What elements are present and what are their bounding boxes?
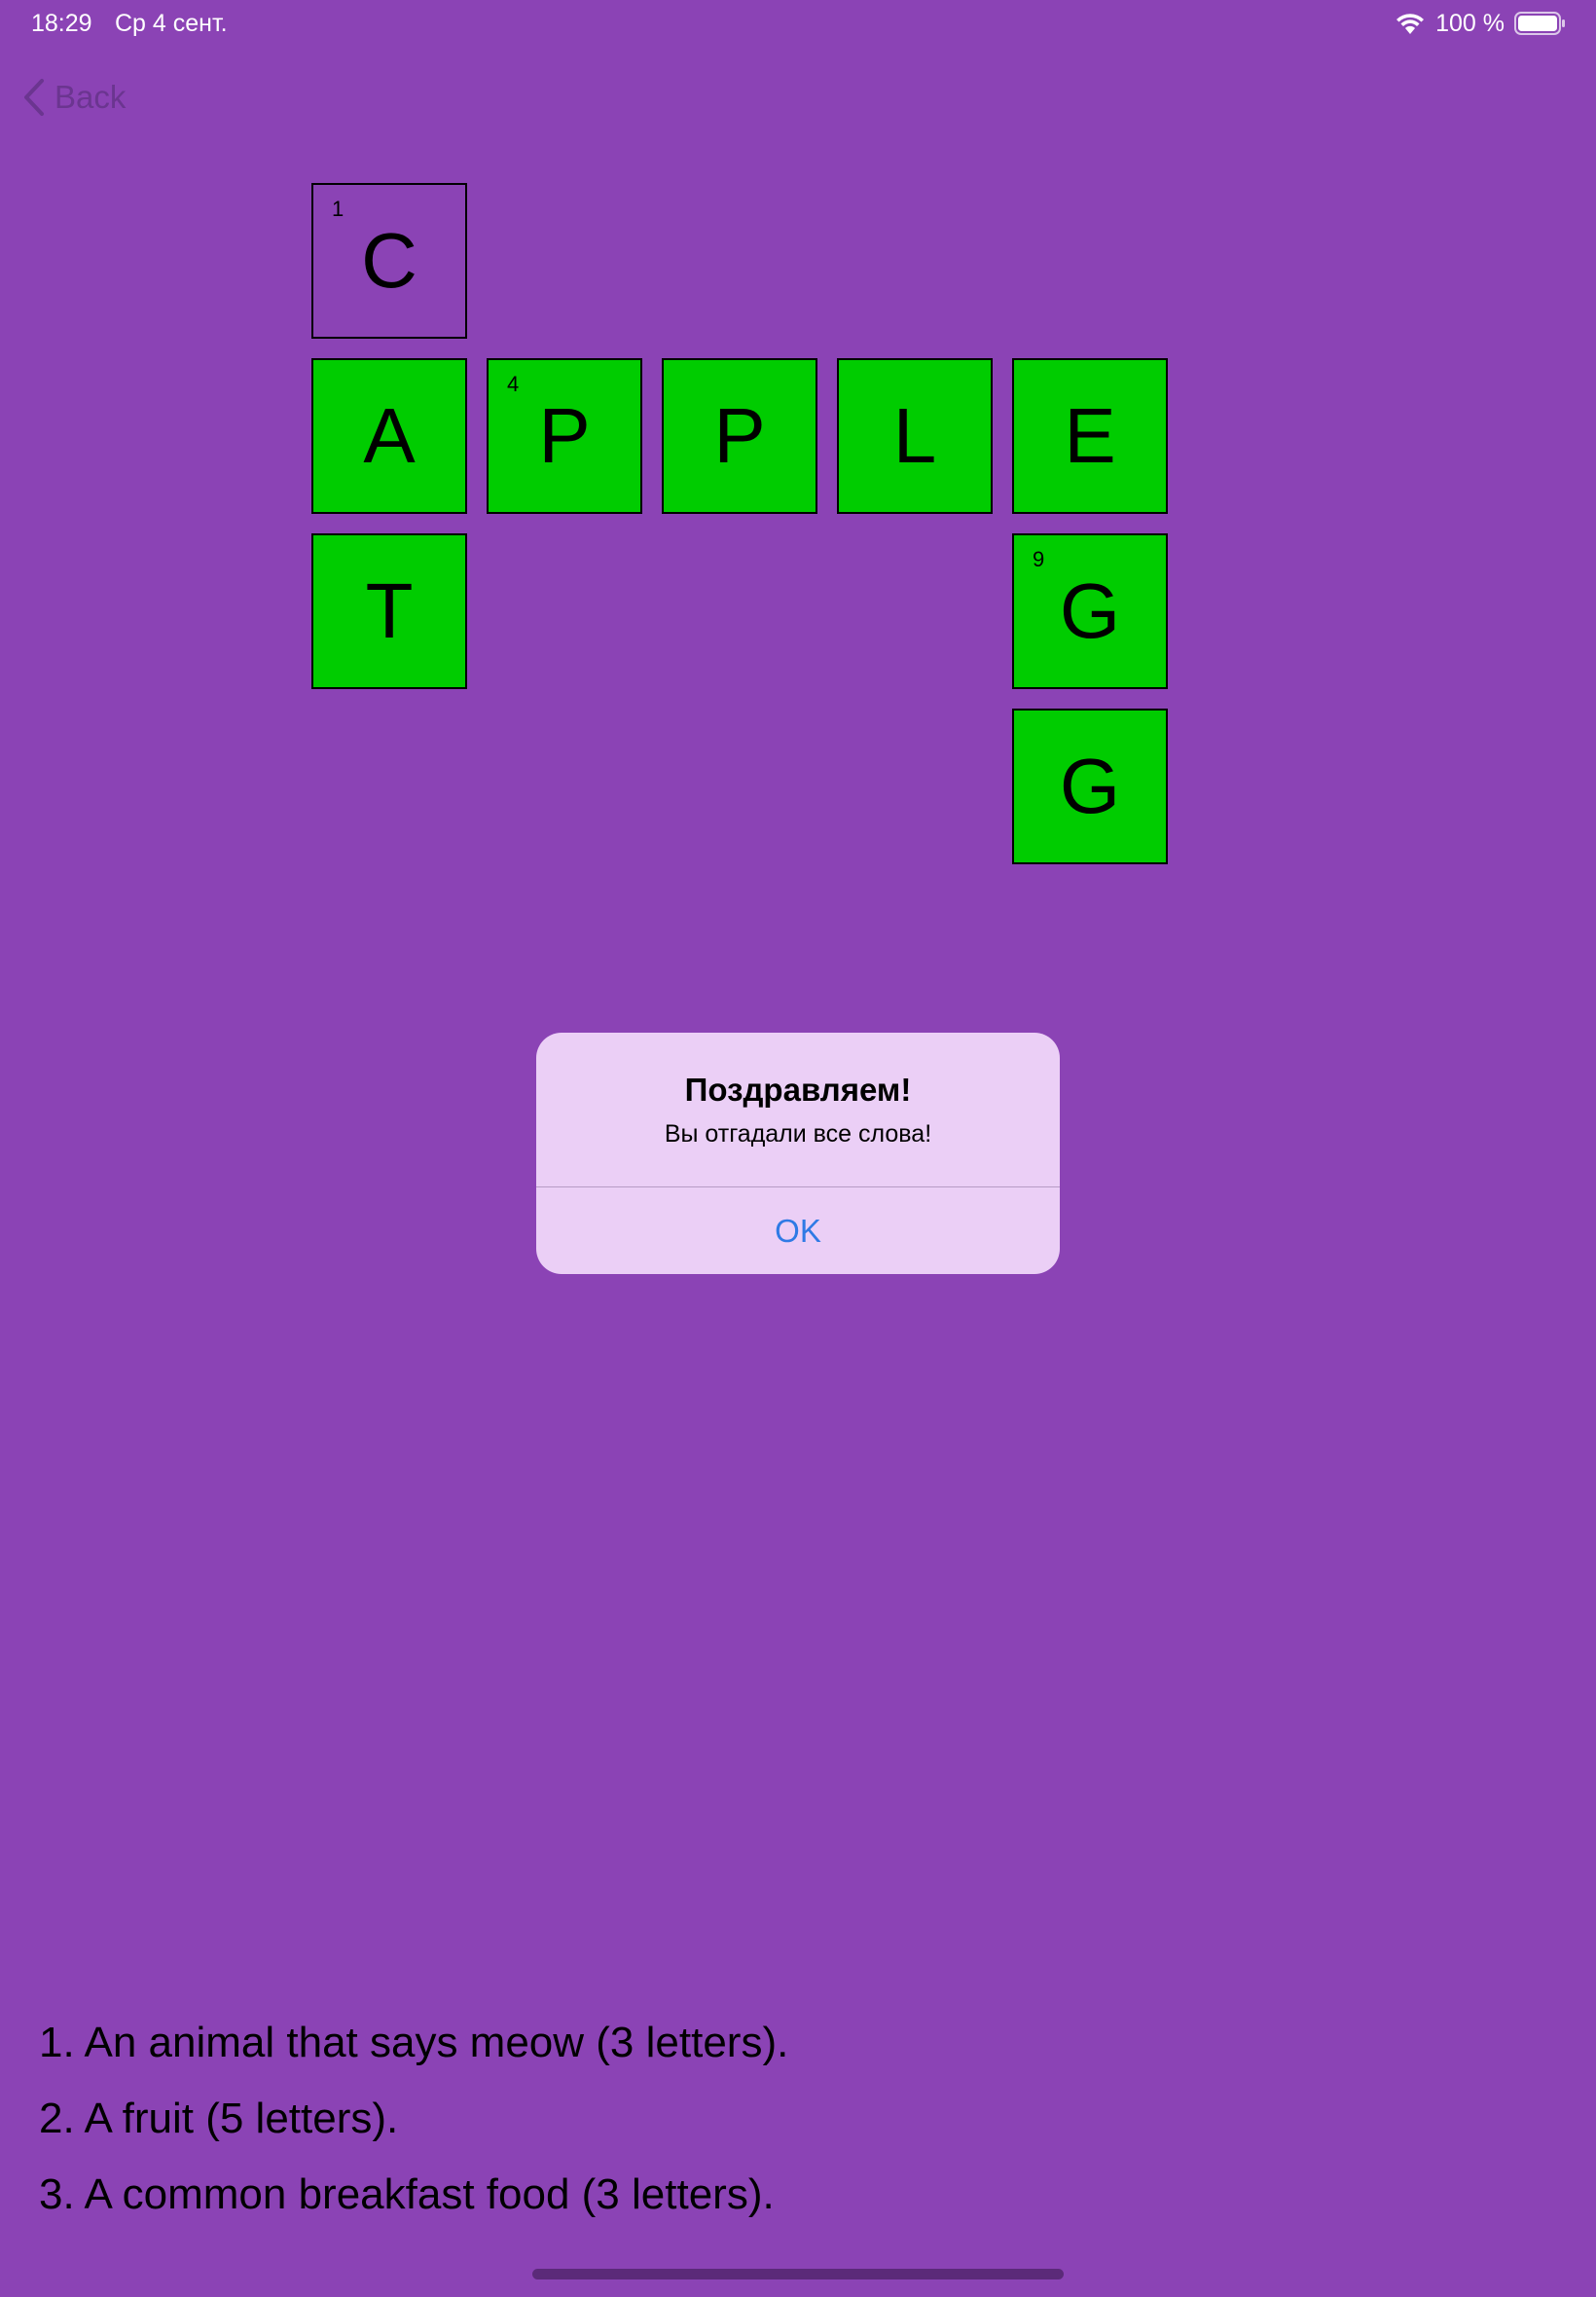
- crossword-cell[interactable]: 9 G: [1012, 533, 1168, 689]
- crossword-cell[interactable]: E: [1012, 358, 1168, 514]
- crossword-cell[interactable]: G: [1012, 709, 1168, 864]
- ok-button[interactable]: OK: [536, 1187, 1060, 1274]
- cell-letter: A: [363, 392, 416, 479]
- congratulations-alert: Поздравляем! Вы отгадали все слова! OK: [536, 1033, 1060, 1274]
- cell-letter: P: [538, 392, 591, 479]
- crossword-cell[interactable]: A: [311, 358, 467, 514]
- crossword-cell[interactable]: 1 C: [311, 183, 467, 339]
- alert-message: Вы отгадали все слова!: [664, 1120, 932, 1148]
- clue-item: 2. A fruit (5 letters).: [39, 2095, 399, 2142]
- cell-letter: C: [361, 217, 417, 304]
- cell-letter: E: [1064, 392, 1116, 479]
- cell-letter: G: [1059, 743, 1121, 829]
- cell-letter: G: [1059, 567, 1121, 654]
- clue-number: 9: [1033, 547, 1045, 571]
- clue-item: 1. An animal that says meow (3 letters).: [39, 2019, 789, 2066]
- cell-letter: P: [713, 392, 766, 479]
- crossword-cell[interactable]: L: [837, 358, 993, 514]
- crossword-grid: 1 C A 4 P P L E T 9 G G: [0, 0, 1596, 973]
- cell-letter: L: [892, 392, 937, 479]
- crossword-cell[interactable]: P: [662, 358, 817, 514]
- alert-title: Поздравляем!: [684, 1072, 912, 1108]
- crossword-cell[interactable]: 4 P: [487, 358, 642, 514]
- clue-list: 1. An animal that says meow (3 letters).…: [39, 2005, 1557, 2233]
- home-indicator[interactable]: [532, 2269, 1064, 2279]
- clue-item: 3. A common breakfast food (3 letters).: [39, 2170, 775, 2218]
- clue-number: 1: [332, 197, 345, 221]
- cell-letter: T: [365, 567, 414, 654]
- clue-number: 4: [507, 372, 520, 396]
- crossword-cell[interactable]: T: [311, 533, 467, 689]
